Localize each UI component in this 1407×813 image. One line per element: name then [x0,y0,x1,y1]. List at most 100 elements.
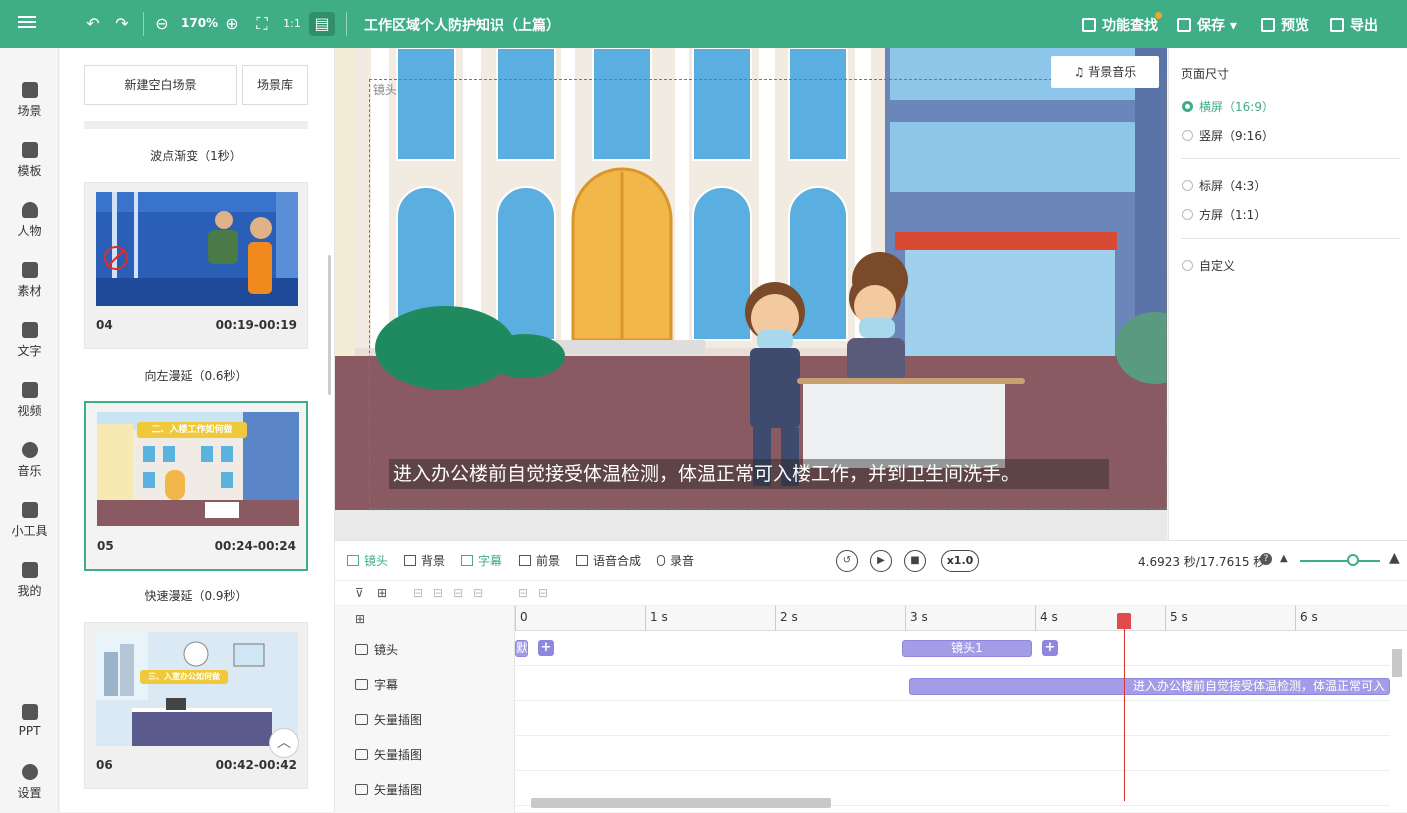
speed-button[interactable]: x1.0 [941,550,979,572]
timeline-vertical-scrollbar[interactable] [1392,649,1402,677]
actual-size-icon[interactable]: 1:1 [282,12,302,36]
template-icon [21,142,38,158]
sidebar-item-music[interactable]: 音乐 [0,442,59,479]
track-settings-icon[interactable]: ⊞ [355,612,365,626]
scene-banner: 二、入楼工作如何做 [151,425,233,435]
timeline-toolbar: ⊽ ⊞ ⊟⊟⊟⊟ ⊟⊟ [335,580,1407,606]
track-label-vector-3: 矢量插图 [355,781,422,798]
sidebar-item-ppt[interactable]: PPT [0,704,59,738]
track-row-lens: 默 + 镜头1 + [515,631,1390,666]
sidebar-item-text[interactable]: 文字 [0,322,59,359]
tab-record[interactable]: 录音 [657,552,694,569]
add-lens-button[interactable]: + [538,640,554,656]
scene-thumbnail: 二、入楼工作如何做 [97,412,299,526]
radio-square[interactable]: 方屏（1:1） [1182,206,1266,223]
sidebar-item-material[interactable]: 素材 [0,262,59,299]
track-label-lens: 镜头 [355,641,398,658]
tab-foreground[interactable]: 前景 [519,552,560,569]
radio-standard[interactable]: 标屏（4:3） [1182,177,1266,194]
subtitle-mode-icon[interactable]: ▤ [309,12,335,36]
zoom-in-icon[interactable]: ⊕ [222,12,242,36]
subtitle-text[interactable]: 进入办公楼前自觉接受体温检测，体温正常可入楼工作，并到卫生间洗手。 [389,459,1109,489]
left-sidebar: 场景 模板 人物 素材 文字 视频 音乐 小工具 我的 PPT 设置 [0,48,59,812]
scene-card-06[interactable]: 三、入室办公如何做 06 00:42-00:42 [84,622,308,789]
preview-button[interactable]: 预览 [1261,15,1309,35]
group-icon[interactable]: ⊞ [377,586,387,600]
scene-number: 04 [96,318,113,332]
scene-card-04[interactable]: 04 00:19-00:19 [84,182,308,349]
waveform-icon [576,555,588,566]
scene-thumbnail: 三、入室办公如何做 [96,632,298,746]
time-ruler[interactable]: 0 1 s 2 s 3 s 4 s 5 s 6 s [515,606,1407,631]
track-row-vector-2 [515,736,1390,771]
find-feature-button[interactable]: 功能查找 [1082,15,1158,35]
scene-thumbnail [96,192,298,306]
replay-icon[interactable]: ↺ [836,550,858,572]
scene-library-button[interactable]: 场景库 [242,65,308,105]
sidebar-item-scene[interactable]: 场景 [0,82,59,119]
lens-frame[interactable] [369,79,1167,509]
save-icon [1177,18,1191,32]
sidebar-item-person[interactable]: 人物 [0,202,59,239]
scene-card-partial [84,121,308,129]
radio-landscape[interactable]: 横屏（16:9） [1182,98,1274,115]
sidebar-item-settings[interactable]: 设置 [0,764,59,801]
lens-clip-1[interactable]: 镜头1 [902,640,1032,657]
align-tools: ⊟⊟⊟⊟ [413,586,494,600]
new-blank-scene-button[interactable]: 新建空白场景 [84,65,237,105]
track-row-vector-1 [515,701,1390,736]
timeline-zoom-knob[interactable] [1347,554,1359,566]
menu-icon[interactable] [18,13,38,33]
playhead-handle[interactable] [1117,613,1131,629]
timeline-horizontal-scrollbar[interactable] [531,798,831,808]
play-icon[interactable]: ▶ [870,550,892,572]
sidebar-item-toolbox[interactable]: 小工具 [0,502,59,539]
image-icon [355,714,368,725]
lens-clip-default[interactable]: 默 [515,640,528,657]
tab-subtitle[interactable]: 字幕 [461,552,502,569]
sidebar-item-my[interactable]: 我的 [0,562,59,599]
radio-portrait[interactable]: 竖屏（9:16） [1182,127,1274,144]
stop-icon[interactable]: ■ [904,550,926,572]
tick-label: 4 s [1035,606,1058,631]
zoom-out-icon[interactable]: ⊖ [152,12,172,36]
transition-label[interactable]: 波点渐变（1秒） [84,147,308,164]
transition-label[interactable]: 向左漫延（0.6秒） [84,367,308,384]
undo-icon[interactable]: ↶ [82,12,104,36]
zoom-in-timeline-icon[interactable]: ▲ [1389,550,1400,566]
add-lens-button[interactable]: + [1042,640,1058,656]
scene-scrollbar[interactable] [328,255,331,395]
filter-icon[interactable]: ⊽ [355,586,364,600]
tick-label: 0 [515,606,528,631]
tab-background[interactable]: 背景 [404,552,445,569]
scroll-top-button[interactable]: ︿ [269,728,299,758]
timeline-zoom-slider[interactable] [1300,560,1380,562]
project-title[interactable]: 工作区域个人防护知识（上篇） [364,15,560,35]
tab-lens[interactable]: 镜头 [347,552,388,569]
settings-icon [21,764,38,780]
background-music-button[interactable]: ♫ 背景音乐 [1051,56,1159,88]
transition-label[interactable]: 快速漫延（0.9秒） [84,587,308,604]
export-button[interactable]: 导出 [1330,15,1378,35]
subtitle-clip[interactable]: 进入办公楼前自觉接受体温检测，体温正常可入 [909,678,1390,695]
time-readout: 4.6923 秒/17.7615 秒 [1138,555,1266,569]
sidebar-item-video[interactable]: 视频 [0,382,59,419]
scene-card-05[interactable]: 二、入楼工作如何做 05 00:24-00:24 [84,401,308,571]
redo-icon[interactable]: ↷ [111,12,133,36]
timeline-panel: 镜头 背景 字幕 前景 语音合成 录音 ↺ ▶ ■ x1.0 4.6923 秒/… [335,540,1407,813]
radio-custom[interactable]: 自定义 [1182,257,1235,274]
image-icon [355,784,368,795]
tick-label: 5 s [1165,606,1188,631]
help-icon[interactable]: ? [1260,553,1272,565]
zoom-out-timeline-icon[interactable]: ▲ [1280,553,1288,564]
playhead-line [1124,613,1125,801]
scene-panel: 新建空白场景 场景库 波点渐变（1秒） 04 00:19-00:19 向左漫延（… [60,48,335,812]
tab-tts[interactable]: 语音合成 [576,552,641,569]
distribute-tools: ⊟⊟ [518,586,559,600]
stage-canvas[interactable]: 镜头 ♫ 背景音乐 进入办公楼前自觉接受体温检测，体温正常可入楼工作，并到卫生间… [335,48,1167,510]
camera-icon [355,644,368,655]
sidebar-item-template[interactable]: 模板 [0,142,59,179]
save-button[interactable]: 保存 ▾ [1177,15,1237,35]
fullscreen-icon[interactable]: ⛶ [252,12,272,36]
text-icon [21,322,38,338]
